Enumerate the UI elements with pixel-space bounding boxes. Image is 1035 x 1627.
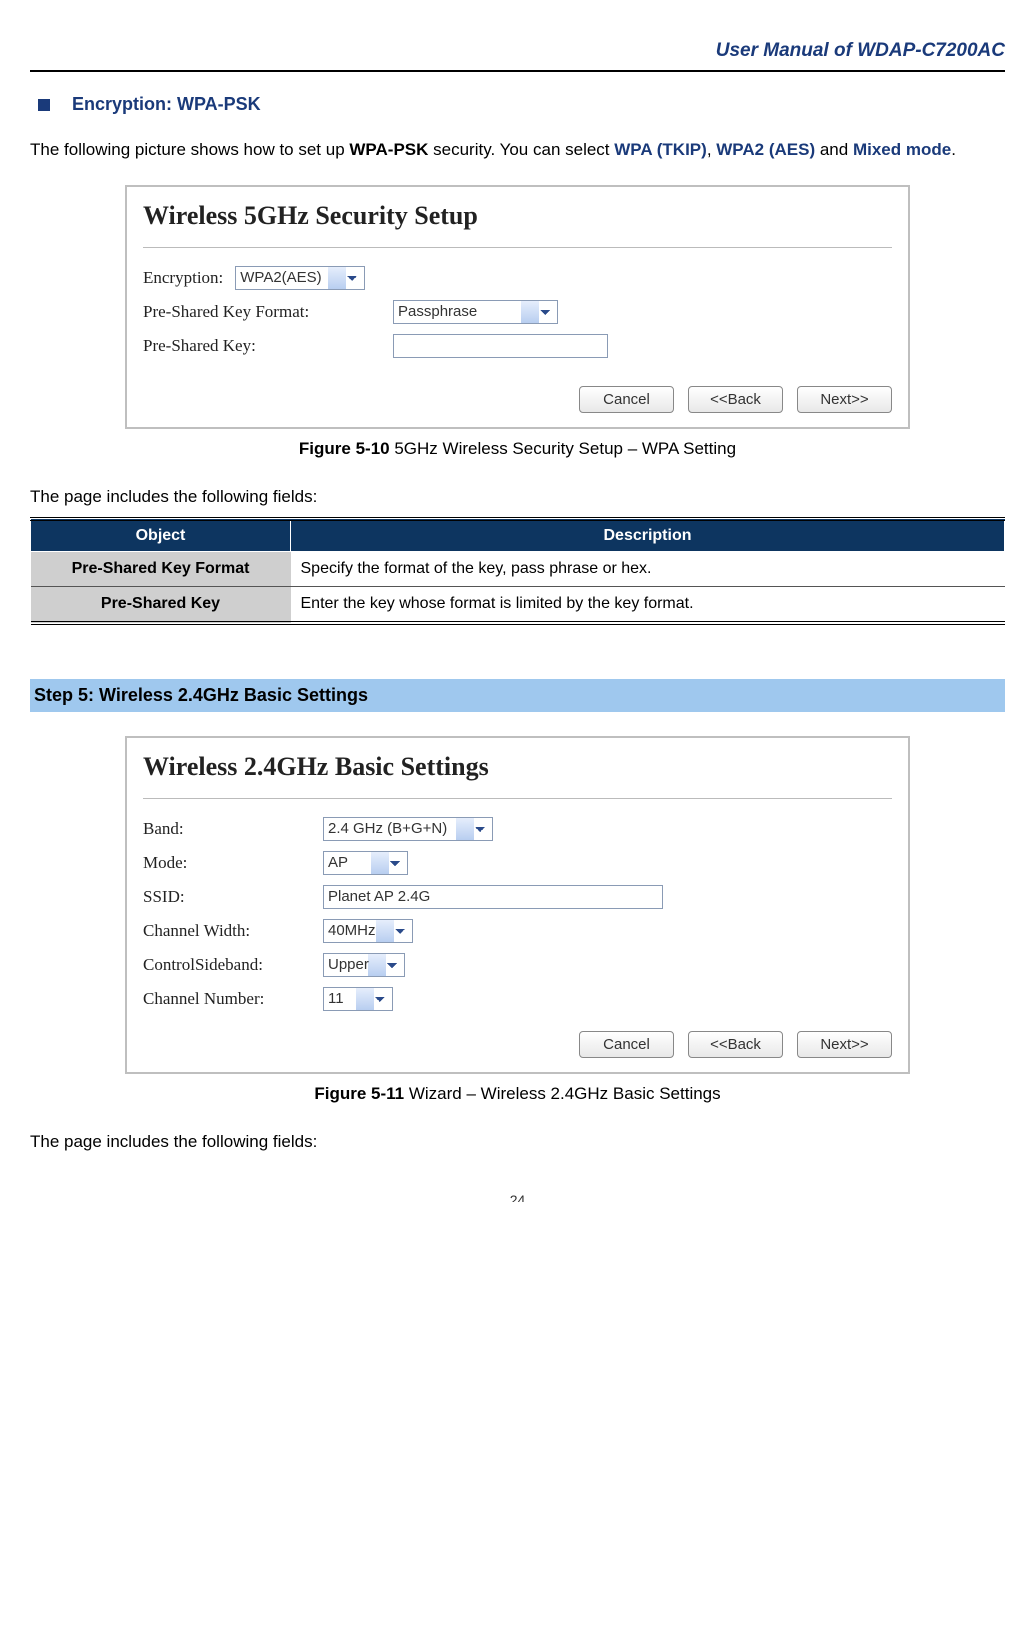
td-obj-1: Pre-Shared Key (31, 586, 291, 623)
figure-5-10-panel: Wireless 5GHz Security Setup Encryption:… (125, 185, 910, 429)
figure-5-10-caption-rest: 5GHz Wireless Security Setup – WPA Setti… (390, 439, 736, 458)
control-sideband-label: ControlSideband: (143, 955, 323, 975)
row-band: Band: 2.4 GHz (B+G+N) (143, 817, 892, 841)
next-button[interactable]: Next>> (797, 1031, 892, 1058)
psk-format-select[interactable]: Passphrase (393, 300, 558, 324)
table-row: Pre-Shared Key Format Specify the format… (31, 551, 1005, 586)
panel-24ghz-button-row: Cancel <<Back Next>> (143, 1031, 892, 1058)
intro-blue-mixed: Mixed mode (853, 140, 951, 159)
intro-text-4: and (815, 140, 853, 159)
back-button[interactable]: <<Back (688, 386, 783, 413)
panel-5ghz-divider (143, 247, 892, 248)
panel-24ghz-title: Wireless 2.4GHz Basic Settings (143, 752, 892, 782)
intro-bold-wpapsk: WPA-PSK (349, 140, 428, 159)
td-desc-1: Enter the key whose format is limited by… (291, 586, 1005, 623)
bullet-heading-text: Encryption: WPA-PSK (72, 94, 261, 115)
row-control-sideband: ControlSideband: Upper (143, 953, 892, 977)
channel-width-label: Channel Width: (143, 921, 323, 941)
row-psk-format: Pre-Shared Key Format: Passphrase (143, 300, 892, 324)
fields-intro-1: The page includes the following fields: (30, 487, 1005, 507)
header-divider (30, 70, 1005, 72)
bullet-heading-row: Encryption: WPA-PSK (38, 94, 1005, 115)
intro-text-5: . (951, 140, 956, 159)
encryption-select[interactable]: WPA2(AES) (235, 266, 365, 290)
page-number: 24 (30, 1192, 1005, 1202)
band-label: Band: (143, 819, 323, 839)
control-sideband-select[interactable]: Upper (323, 953, 405, 977)
figure-5-11-caption-rest: Wizard – Wireless 2.4GHz Basic Settings (404, 1084, 720, 1103)
channel-number-select[interactable]: 11 (323, 987, 393, 1011)
th-description: Description (291, 519, 1005, 552)
td-obj-0: Pre-Shared Key Format (31, 551, 291, 586)
th-object: Object (31, 519, 291, 552)
square-bullet-icon (38, 99, 50, 111)
panel-24ghz-divider (143, 798, 892, 799)
panel-5ghz-button-row: Cancel <<Back Next>> (143, 386, 892, 413)
ssid-input[interactable] (323, 885, 663, 909)
figure-5-10-caption-bold: Figure 5-10 (299, 439, 390, 458)
encryption-label: Encryption: (143, 268, 223, 288)
cancel-button[interactable]: Cancel (579, 1031, 674, 1058)
channel-width-select[interactable]: 40MHz (323, 919, 413, 943)
row-psk: Pre-Shared Key: (143, 334, 892, 358)
step-5-heading: Step 5: Wireless 2.4GHz Basic Settings (30, 679, 1005, 712)
figure-5-11-caption: Figure 5-11 Wizard – Wireless 2.4GHz Bas… (30, 1084, 1005, 1104)
psk-input[interactable] (393, 334, 608, 358)
next-button[interactable]: Next>> (797, 386, 892, 413)
psk-label: Pre-Shared Key: (143, 336, 393, 356)
cancel-button[interactable]: Cancel (579, 386, 674, 413)
row-encryption: Encryption: WPA2(AES) (143, 266, 892, 290)
td-desc-0: Specify the format of the key, pass phra… (291, 551, 1005, 586)
band-select[interactable]: 2.4 GHz (B+G+N) (323, 817, 493, 841)
intro-text-1: The following picture shows how to set u… (30, 140, 349, 159)
row-mode: Mode: AP (143, 851, 892, 875)
psk-format-label: Pre-Shared Key Format: (143, 302, 393, 322)
ssid-label: SSID: (143, 887, 323, 907)
figure-5-11-panel: Wireless 2.4GHz Basic Settings Band: 2.4… (125, 736, 910, 1074)
row-channel-number: Channel Number: 11 (143, 987, 892, 1011)
row-ssid: SSID: (143, 885, 892, 909)
mode-select[interactable]: AP (323, 851, 408, 875)
intro-paragraph: The following picture shows how to set u… (30, 132, 1005, 168)
mode-label: Mode: (143, 853, 323, 873)
table-row: Pre-Shared Key Enter the key whose forma… (31, 586, 1005, 623)
back-button[interactable]: <<Back (688, 1031, 783, 1058)
figure-5-10-caption: Figure 5-10 5GHz Wireless Security Setup… (30, 439, 1005, 459)
intro-blue-wpa-tkip: WPA (TKIP) (614, 140, 707, 159)
fields-intro-2: The page includes the following fields: (30, 1132, 1005, 1152)
figure-5-11-caption-bold: Figure 5-11 (314, 1084, 404, 1103)
row-channel-width: Channel Width: 40MHz (143, 919, 892, 943)
intro-blue-wpa2-aes: WPA2 (AES) (716, 140, 815, 159)
panel-5ghz-title: Wireless 5GHz Security Setup (143, 201, 892, 231)
fields-table-1: Object Description Pre-Shared Key Format… (30, 517, 1005, 625)
intro-text-2: security. You can select (428, 140, 614, 159)
page-header-title: User Manual of WDAP-C7200AC (30, 40, 1005, 62)
intro-text-3: , (707, 140, 716, 159)
channel-number-label: Channel Number: (143, 989, 323, 1009)
